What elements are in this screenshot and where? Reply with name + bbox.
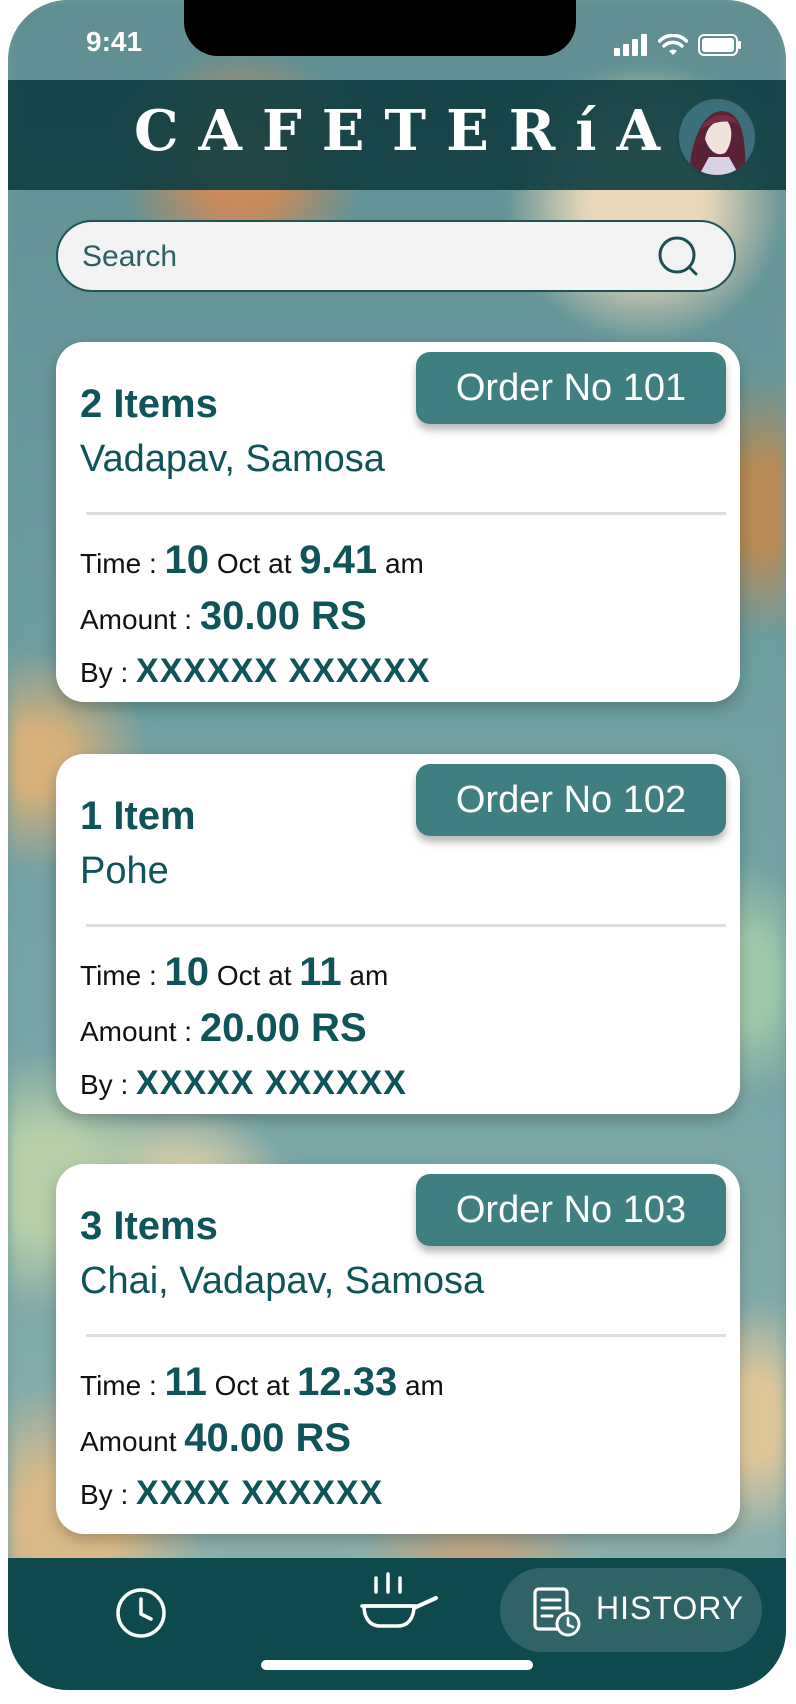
item-count: 1 Item	[80, 794, 196, 838]
order-amount: 20.00 RS	[199, 1006, 367, 1050]
order-day: 11	[164, 1360, 207, 1404]
amount-label: Amount :	[80, 604, 193, 635]
item-names: Chai, Vadapav, Samosa	[80, 1260, 485, 1302]
order-card[interactable]: Order No 101 2 Items Vadapav, Samosa Tim…	[56, 342, 740, 702]
status-bar: 9:41	[8, 0, 786, 80]
order-amount: 30.00 RS	[199, 594, 367, 638]
item-names: Pohe	[80, 850, 169, 892]
order-day: 10	[164, 538, 210, 582]
wifi-icon	[658, 34, 688, 55]
order-clock: 11	[299, 950, 342, 994]
by-label: By :	[80, 1479, 129, 1510]
order-time-row: Time : 10 Oct at 11 am	[80, 950, 388, 995]
search-bar[interactable]: Search	[56, 220, 736, 292]
search-input[interactable]: Search	[82, 240, 177, 274]
avatar-image	[679, 99, 755, 175]
phone-screen: 9:41 CAFETERíA Search Order No 101 2 Ite…	[8, 0, 786, 1690]
status-time: 9:41	[86, 26, 143, 57]
order-number-badge: Order No 102	[416, 764, 726, 836]
bottom-nav: HISTORY	[8, 1558, 786, 1690]
order-date-mid: Oct at	[216, 960, 292, 991]
divider	[86, 924, 726, 927]
order-by-name: XXXXXX XXXXXX	[136, 652, 431, 690]
time-label: Time :	[80, 548, 157, 579]
item-count: 3 Items	[80, 1204, 218, 1248]
by-label: By :	[80, 657, 129, 688]
clock-icon[interactable]	[114, 1586, 168, 1640]
order-by-row: By : XXXXXX XXXXXX	[80, 652, 431, 691]
order-time-row: Time : 11 Oct at 12.33 am	[80, 1360, 444, 1405]
order-amount: 40.00 RS	[184, 1416, 352, 1460]
history-receipt-icon	[533, 1587, 581, 1637]
order-period: am	[384, 548, 424, 579]
order-date-mid: Oct at	[214, 1370, 290, 1401]
history-tab[interactable]: HISTORY	[500, 1568, 762, 1652]
amount-label: Amount :	[80, 1016, 193, 1047]
order-number-badge: Order No 101	[416, 352, 726, 424]
search-icon[interactable]	[656, 234, 704, 282]
order-clock: 9.41	[299, 538, 378, 582]
history-label: HISTORY	[596, 1590, 745, 1626]
order-period: am	[349, 960, 389, 991]
time-label: Time :	[80, 960, 157, 991]
order-card[interactable]: Order No 103 3 Items Chai, Vadapav, Samo…	[56, 1164, 740, 1534]
battery-icon	[698, 34, 741, 56]
app-header: CAFETERíA	[8, 80, 786, 190]
order-card[interactable]: Order No 102 1 Item Pohe Time : 10 Oct a…	[56, 754, 740, 1114]
divider	[86, 1334, 726, 1337]
signal-icon	[614, 34, 647, 56]
cooking-pan-icon[interactable]	[360, 1572, 440, 1642]
by-label: By :	[80, 1069, 129, 1100]
order-time-row: Time : 10 Oct at 9.41 am	[80, 538, 424, 583]
order-clock: 12.33	[297, 1360, 398, 1404]
notch	[184, 0, 576, 56]
item-names: Vadapav, Samosa	[80, 438, 385, 480]
order-number-badge: Order No 103	[416, 1174, 726, 1246]
order-by-row: By : XXXX XXXXXX	[80, 1474, 383, 1513]
status-icons	[614, 34, 742, 56]
order-day: 10	[164, 950, 210, 994]
order-amount-row: Amount 40.00 RS	[80, 1416, 351, 1461]
home-indicator[interactable]	[261, 1660, 533, 1670]
amount-label: Amount	[80, 1426, 177, 1457]
order-by-name: XXXX XXXXXX	[136, 1474, 384, 1512]
order-amount-row: Amount : 20.00 RS	[80, 1006, 367, 1051]
app-title: CAFETERíA	[133, 98, 681, 164]
time-label: Time :	[80, 1370, 157, 1401]
divider	[86, 512, 726, 515]
item-count: 2 Items	[80, 382, 218, 426]
avatar[interactable]	[676, 96, 758, 178]
order-by-row: By : XXXXX XXXXXX	[80, 1064, 407, 1103]
order-by-name: XXXXX XXXXXX	[136, 1064, 407, 1102]
order-period: am	[404, 1370, 444, 1401]
order-amount-row: Amount : 30.00 RS	[80, 594, 367, 639]
order-date-mid: Oct at	[216, 548, 292, 579]
